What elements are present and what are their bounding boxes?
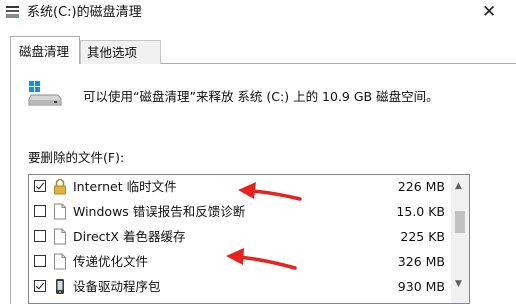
file-icon [54, 203, 66, 220]
list-item[interactable]: DirectX 着色器缓存 225 KB [29, 225, 451, 249]
item-size: 15.0 KB [396, 204, 445, 219]
disk-cleanup-app-icon [6, 6, 19, 18]
lock-icon [54, 178, 66, 195]
tab-more-options[interactable]: 其他选项 [80, 40, 161, 64]
item-label: 设备驱动程序包 [73, 279, 161, 294]
files-list[interactable]: Internet 临时文件 226 MB Windows 错误报告和反馈诊断 1… [28, 174, 470, 304]
file-icon [54, 253, 66, 270]
item-label: 传递优化文件 [73, 254, 149, 269]
title-bar: 系统(C:)的磁盘清理 ✕ [0, 0, 516, 26]
list-item[interactable]: Internet 临时文件 226 MB [29, 175, 451, 199]
checkbox[interactable] [34, 280, 46, 292]
phone-icon [56, 279, 64, 294]
item-label: Internet 临时文件 [73, 179, 177, 194]
checkbox[interactable] [34, 205, 46, 217]
files-to-delete-label: 要删除的文件(F): [28, 150, 125, 165]
window-title: 系统(C:)的磁盘清理 [27, 5, 142, 20]
file-icon [54, 228, 66, 245]
item-size: 226 MB [397, 179, 445, 194]
item-size: 225 KB [400, 229, 445, 244]
item-size: 930 MB [397, 279, 445, 294]
checkbox[interactable] [34, 255, 46, 267]
list-item[interactable]: 传递优化文件 326 MB [29, 250, 451, 274]
checkbox[interactable] [34, 180, 46, 192]
checkbox[interactable] [34, 230, 46, 242]
scroll-up-icon[interactable]: ▲ [455, 181, 462, 191]
tab-disk-cleanup[interactable]: 磁盘清理 [10, 36, 80, 64]
space-description: 可以使用“磁盘清理”来释放 系统 (C:) 上的 10.9 GB 磁盘空间。 [83, 89, 439, 104]
item-label: Windows 错误报告和反馈诊断 [73, 204, 246, 219]
close-icon: ✕ [482, 2, 497, 22]
drive-icon [28, 81, 62, 106]
list-item[interactable]: 设备驱动程序包 930 MB [29, 275, 451, 299]
scroll-down-icon[interactable]: ▼ [455, 279, 462, 289]
scroll-thumb[interactable] [455, 211, 465, 233]
list-item[interactable]: Windows 错误报告和反馈诊断 15.0 KB [29, 200, 451, 224]
item-size: 326 MB [397, 254, 445, 269]
item-label: DirectX 着色器缓存 [73, 229, 186, 244]
vertical-scrollbar[interactable]: ▲ ▼ [451, 175, 469, 303]
close-button[interactable]: ✕ [470, 0, 510, 26]
